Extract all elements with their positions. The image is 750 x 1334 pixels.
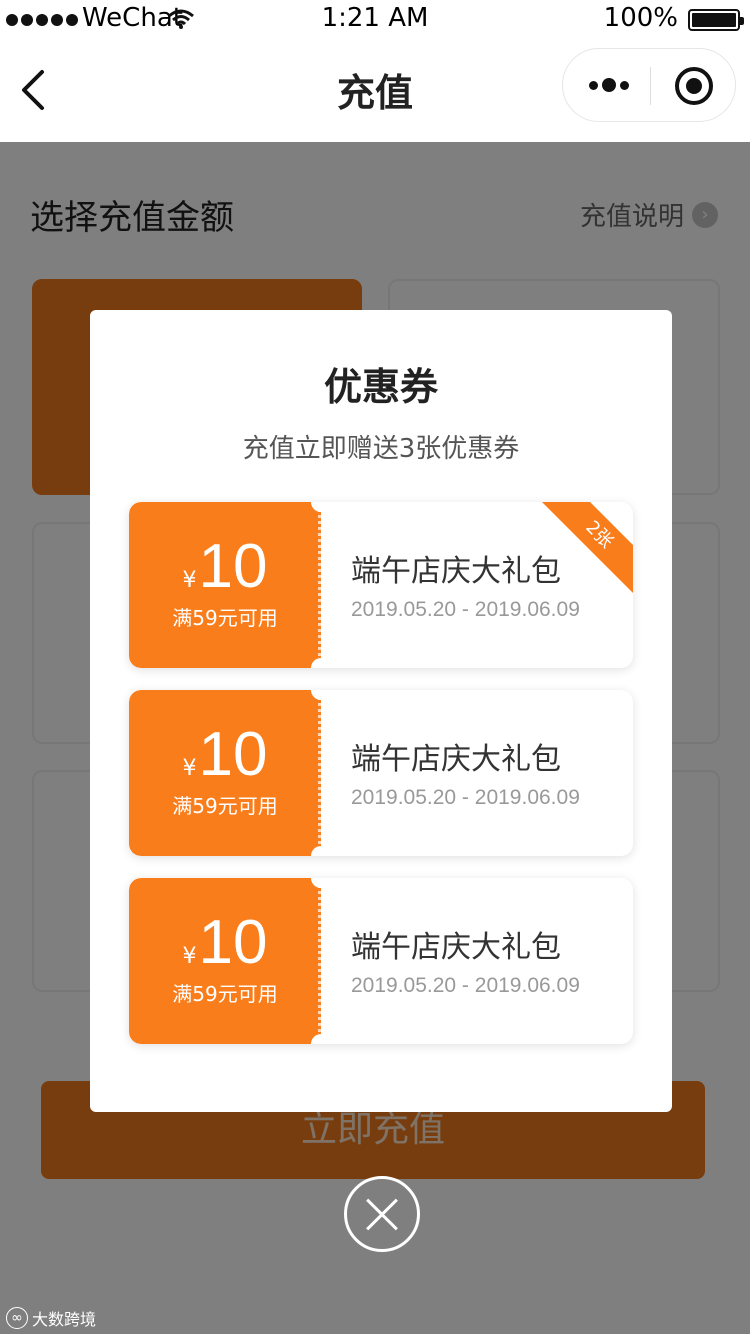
close-modal-button[interactable] <box>344 1176 420 1252</box>
coupon-validity: 2019.05.20 - 2019.06.09 <box>351 786 580 809</box>
currency-symbol: ¥ <box>182 756 197 781</box>
watermark-text: 大数跨境 <box>32 1310 97 1329</box>
navigation-bar: 充值 <box>0 40 750 142</box>
coupon-amount: 10 <box>198 720 268 789</box>
coupon-value-panel: ¥10 满59元可用 <box>129 690 321 856</box>
coupon-card: ¥10 满59元可用 端午店庆大礼包 2019.05.20 - 2019.06.… <box>129 690 633 856</box>
coupon-modal: 优惠券 充值立即赠送3张优惠券 ¥10 满59元可用 端午店庆大礼包 2019.… <box>90 310 672 1112</box>
more-options-icon[interactable] <box>589 75 629 95</box>
coupon-condition: 满59元可用 <box>172 982 278 1006</box>
status-bar: WeChat 1:21 AM 100% <box>0 0 750 40</box>
coupon-validity: 2019.05.20 - 2019.06.09 <box>351 974 580 997</box>
capsule-divider <box>650 67 651 105</box>
coupon-condition: 满59元可用 <box>172 794 278 818</box>
watermark-logo-icon: ∞ <box>6 1307 28 1329</box>
coupon-validity: 2019.05.20 - 2019.06.09 <box>351 598 580 621</box>
ticket-notch <box>311 658 331 668</box>
watermark: ∞ 大数跨境 <box>6 1306 96 1330</box>
miniprogram-capsule <box>562 48 736 122</box>
ticket-notch <box>311 1034 331 1044</box>
coupon-value-panel: ¥10 满59元可用 <box>129 502 321 668</box>
coupon-card: ¥10 满59元可用 端午店庆大礼包 2019.05.20 - 2019.06.… <box>129 878 633 1044</box>
currency-symbol: ¥ <box>182 944 197 969</box>
modal-subtitle: 充值立即赠送3张优惠券 <box>242 434 520 464</box>
ticket-notch <box>311 846 331 856</box>
modal-title: 优惠券 <box>323 365 438 409</box>
battery-icon <box>688 9 744 31</box>
coupon-amount: 10 <box>198 908 268 977</box>
coupon-value-panel: ¥10 满59元可用 <box>129 878 321 1044</box>
coupon-name: 端午店庆大礼包 <box>351 930 561 965</box>
battery-percentage: 100% <box>603 3 678 33</box>
coupon-name: 端午店庆大礼包 <box>351 742 561 777</box>
close-miniprogram-icon[interactable] <box>675 67 713 105</box>
currency-symbol: ¥ <box>182 568 197 593</box>
coupon-condition: 满59元可用 <box>172 606 278 630</box>
coupon-card: ¥10 满59元可用 端午店庆大礼包 2019.05.20 - 2019.06.… <box>129 502 633 668</box>
coupon-name: 端午店庆大礼包 <box>351 554 561 589</box>
coupon-amount: 10 <box>198 532 268 601</box>
